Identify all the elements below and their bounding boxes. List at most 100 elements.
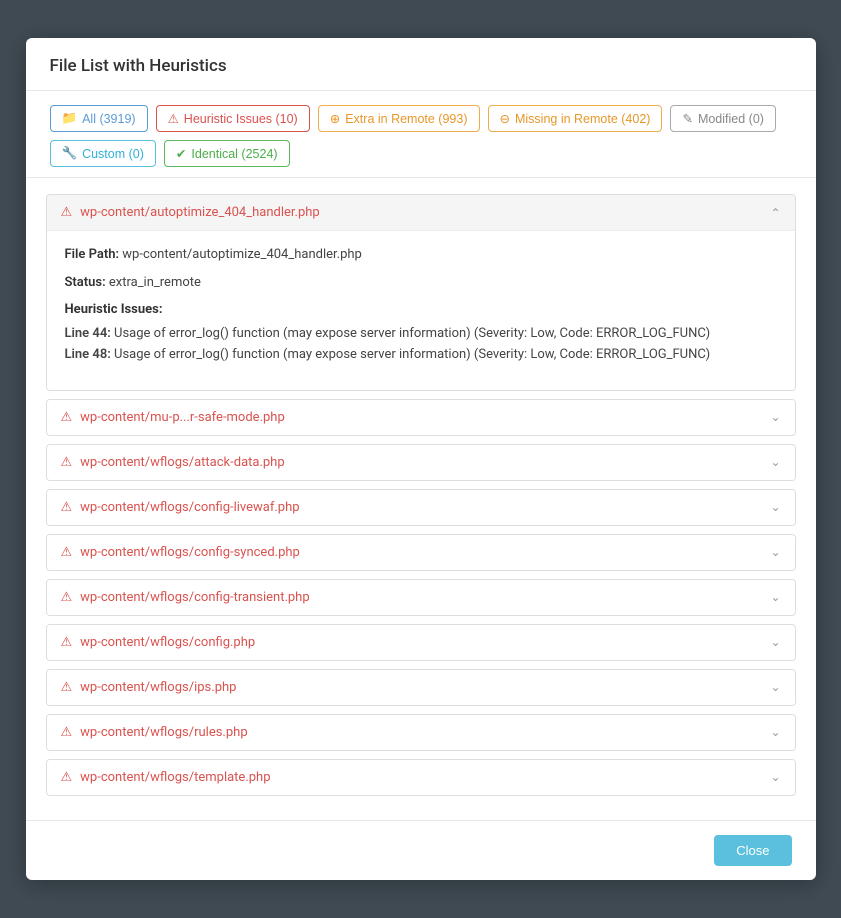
file-item-header-1[interactable]: ⚠ wp-content/wflogs/attack-data.php ⌄ [47, 445, 795, 480]
file-item-8: ⚠ wp-content/wflogs/template.php ⌄ [46, 759, 796, 796]
chevron-down-icon-2: ⌄ [770, 500, 780, 514]
file-item-header-3[interactable]: ⚠ wp-content/wflogs/config-synced.php ⌄ [47, 535, 795, 570]
file-item-6: ⚠ wp-content/wflogs/ips.php ⌄ [46, 669, 796, 706]
file-item-header-4[interactable]: ⚠ wp-content/wflogs/config-transient.php… [47, 580, 795, 615]
file-item-expanded: ⚠ wp-content/autoptimize_404_handler.php… [46, 194, 796, 390]
warning-icon-3: ⚠ [61, 545, 73, 560]
filter-all-label: All (3919) [82, 112, 136, 126]
warning-icon-5: ⚠ [61, 635, 73, 650]
chevron-down-icon-1: ⌄ [770, 455, 780, 469]
collapsed-file-name-7: wp-content/wflogs/rules.php [80, 725, 247, 740]
collapsed-file-name-6: wp-content/wflogs/ips.php [80, 680, 236, 695]
check-circle-icon: ✔ [176, 146, 186, 161]
collapsed-file-name-3: wp-content/wflogs/config-synced.php [80, 545, 300, 560]
warning-icon-2: ⚠ [61, 500, 73, 515]
filter-identical[interactable]: ✔ Identical (2524) [164, 140, 290, 167]
heuristic-issues-label: Heuristic Issues: [65, 300, 777, 320]
circle-exclaim-icon: ⊕ [330, 111, 340, 126]
file-item-left-6: ⚠ wp-content/wflogs/ips.php [61, 680, 237, 695]
file-list-body: ⚠ wp-content/autoptimize_404_handler.php… [26, 178, 816, 819]
status-value: extra_in_remote [109, 275, 201, 290]
warning-triangle-icon: ⚠ [61, 205, 73, 220]
file-item-header-2[interactable]: ⚠ wp-content/wflogs/config-livewaf.php ⌄ [47, 490, 795, 525]
file-item-left: ⚠ wp-content/autoptimize_404_handler.php [61, 205, 320, 220]
filter-bar: 📁 All (3919) ⚠ Heuristic Issues (10) ⊕ E… [26, 91, 816, 178]
file-item-1: ⚠ wp-content/wflogs/attack-data.php ⌄ [46, 444, 796, 481]
file-item-2: ⚠ wp-content/wflogs/config-livewaf.php ⌄ [46, 489, 796, 526]
folder-icon: 📁 [62, 111, 78, 126]
collapsed-file-name-0: wp-content/mu-p...r-safe-mode.php [80, 410, 285, 425]
status-label: Status: [65, 275, 106, 290]
line-text-2: Usage of error_log() function (may expos… [114, 347, 710, 362]
file-list-modal: File List with Heuristics 📁 All (3919) ⚠… [26, 38, 816, 879]
file-item-header-6[interactable]: ⚠ wp-content/wflogs/ips.php ⌄ [47, 670, 795, 705]
collapsed-file-name-4: wp-content/wflogs/config-transient.php [80, 590, 309, 605]
filter-extra-remote[interactable]: ⊕ Extra in Remote (993) [318, 105, 480, 132]
chevron-down-icon-6: ⌄ [770, 680, 780, 694]
chevron-up-icon: ⌃ [770, 206, 780, 220]
close-button[interactable]: Close [714, 835, 791, 866]
filter-missing-remote-label: Missing in Remote (402) [515, 112, 650, 126]
file-item-7: ⚠ wp-content/wflogs/rules.php ⌄ [46, 714, 796, 751]
collapsed-file-name-1: wp-content/wflogs/attack-data.php [80, 455, 285, 470]
file-item-3: ⚠ wp-content/wflogs/config-synced.php ⌄ [46, 534, 796, 571]
collapsed-file-name-5: wp-content/wflogs/config.php [80, 635, 255, 650]
filter-heuristic[interactable]: ⚠ Heuristic Issues (10) [156, 105, 310, 132]
expanded-file-name: wp-content/autoptimize_404_handler.php [80, 205, 320, 220]
file-path-label: File Path: [65, 247, 120, 262]
modal-footer: Close [26, 820, 816, 880]
chevron-down-icon-0: ⌄ [770, 410, 780, 424]
filter-extra-remote-label: Extra in Remote (993) [345, 112, 467, 126]
chevron-down-icon-8: ⌄ [770, 770, 780, 784]
file-item-body: File Path: wp-content/autoptimize_404_ha… [47, 230, 795, 389]
chevron-down-icon-5: ⌄ [770, 635, 780, 649]
warning-icon-0: ⚠ [61, 410, 73, 425]
file-item-left-5: ⚠ wp-content/wflogs/config.php [61, 635, 256, 650]
status-row: Status: extra_in_remote [65, 273, 777, 293]
filter-modified[interactable]: ✎ Modified (0) [670, 105, 775, 132]
file-item-left-2: ⚠ wp-content/wflogs/config-livewaf.php [61, 500, 300, 515]
filter-custom-label: Custom (0) [82, 147, 144, 161]
file-item-header-5[interactable]: ⚠ wp-content/wflogs/config.php ⌄ [47, 625, 795, 660]
file-item-header-0[interactable]: ⚠ wp-content/mu-p...r-safe-mode.php ⌄ [47, 400, 795, 435]
line-text-1: Usage of error_log() function (may expos… [114, 326, 710, 341]
file-item-left-1: ⚠ wp-content/wflogs/attack-data.php [61, 455, 285, 470]
filter-missing-remote[interactable]: ⊖ Missing in Remote (402) [488, 105, 663, 132]
file-item-header-8[interactable]: ⚠ wp-content/wflogs/template.php ⌄ [47, 760, 795, 795]
warning-icon-4: ⚠ [61, 590, 73, 605]
wrench-icon: 🔧 [62, 146, 78, 161]
file-item-header-expanded[interactable]: ⚠ wp-content/autoptimize_404_handler.php… [47, 195, 795, 230]
file-item-left-3: ⚠ wp-content/wflogs/config-synced.php [61, 545, 300, 560]
filter-modified-label: Modified (0) [698, 112, 764, 126]
line-num-2: Line 48: [65, 347, 111, 362]
file-item-left-0: ⚠ wp-content/mu-p...r-safe-mode.php [61, 410, 285, 425]
warning-icon-7: ⚠ [61, 725, 73, 740]
file-item-header-7[interactable]: ⚠ wp-content/wflogs/rules.php ⌄ [47, 715, 795, 750]
filter-heuristic-label: Heuristic Issues (10) [184, 112, 298, 126]
heuristic-line-2: Line 48: Usage of error_log() function (… [65, 345, 777, 366]
heuristic-section: Heuristic Issues: Line 44: Usage of erro… [65, 300, 777, 365]
pencil-icon: ✎ [682, 111, 692, 126]
file-path-value: wp-content/autoptimize_404_handler.php [122, 247, 362, 262]
warning-icon: ⚠ [168, 111, 179, 126]
collapsed-file-name-2: wp-content/wflogs/config-livewaf.php [80, 500, 299, 515]
modal-title: File List with Heuristics [50, 56, 227, 76]
file-item-left-7: ⚠ wp-content/wflogs/rules.php [61, 725, 248, 740]
file-item-left-4: ⚠ wp-content/wflogs/config-transient.php [61, 590, 310, 605]
circle-warn-icon: ⊖ [500, 111, 510, 126]
filter-custom[interactable]: 🔧 Custom (0) [50, 140, 156, 167]
warning-icon-1: ⚠ [61, 455, 73, 470]
file-item-0: ⚠ wp-content/mu-p...r-safe-mode.php ⌄ [46, 399, 796, 436]
file-item-5: ⚠ wp-content/wflogs/config.php ⌄ [46, 624, 796, 661]
heuristic-line-1: Line 44: Usage of error_log() function (… [65, 324, 777, 345]
chevron-down-icon-4: ⌄ [770, 590, 780, 604]
warning-icon-6: ⚠ [61, 680, 73, 695]
collapsed-file-name-8: wp-content/wflogs/template.php [80, 770, 270, 785]
filter-identical-label: Identical (2524) [191, 147, 277, 161]
file-item-left-8: ⚠ wp-content/wflogs/template.php [61, 770, 271, 785]
file-item-4: ⚠ wp-content/wflogs/config-transient.php… [46, 579, 796, 616]
modal-header: File List with Heuristics [26, 38, 816, 91]
warning-icon-8: ⚠ [61, 770, 73, 785]
chevron-down-icon-7: ⌄ [770, 725, 780, 739]
filter-all[interactable]: 📁 All (3919) [50, 105, 148, 132]
